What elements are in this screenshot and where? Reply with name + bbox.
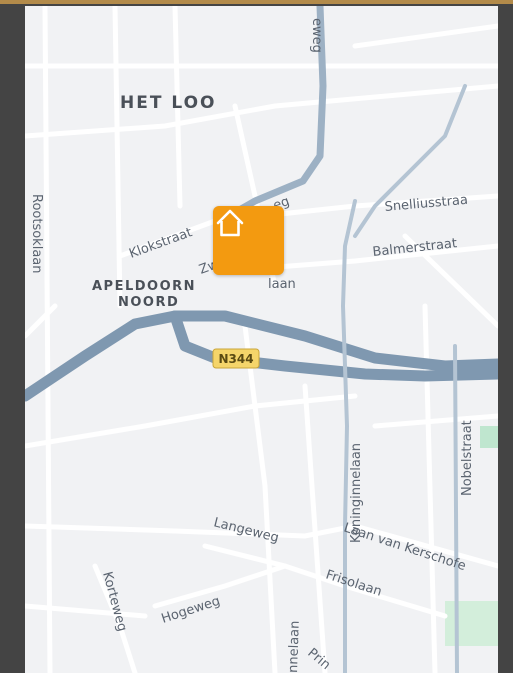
street-label: eweg — [309, 18, 324, 53]
street-label: Langeweg — [212, 515, 280, 546]
top-accent-bar — [0, 0, 513, 4]
street-label: Korteweg — [99, 570, 129, 633]
street-label: Nobelstraat — [460, 420, 475, 496]
map-canvas[interactable]: HET LOO APELDOORN NOORD N344 eweg Rootso… — [25, 6, 498, 673]
street-label: Prin — [304, 646, 333, 673]
street-label: laan — [268, 277, 296, 292]
street-label: Rootsoklaan — [29, 194, 44, 274]
district-label-noord: NOORD — [118, 295, 179, 310]
park-area — [480, 426, 498, 448]
street-label: Klokstraat — [127, 225, 194, 262]
street-label: Frisolaan — [324, 568, 384, 600]
map-view[interactable]: HET LOO APELDOORN NOORD N344 eweg Rootso… — [25, 6, 498, 673]
district-label-het-loo: HET LOO — [120, 93, 217, 113]
road-shield-n344: N344 — [212, 348, 260, 369]
park-area — [445, 601, 498, 646]
street-label: Hogeweg — [160, 594, 223, 627]
minor-roads — [25, 6, 498, 673]
street-label: Snelliusstraa — [384, 193, 468, 215]
road-shield-label: N344 — [218, 352, 253, 366]
district-label-apeldoorn: APELDOORN — [92, 279, 196, 294]
street-label: nnelaan — [286, 620, 303, 673]
home-icon — [216, 209, 244, 237]
street-label: Laan van Kerschofe — [342, 521, 468, 575]
home-marker[interactable] — [213, 206, 284, 275]
